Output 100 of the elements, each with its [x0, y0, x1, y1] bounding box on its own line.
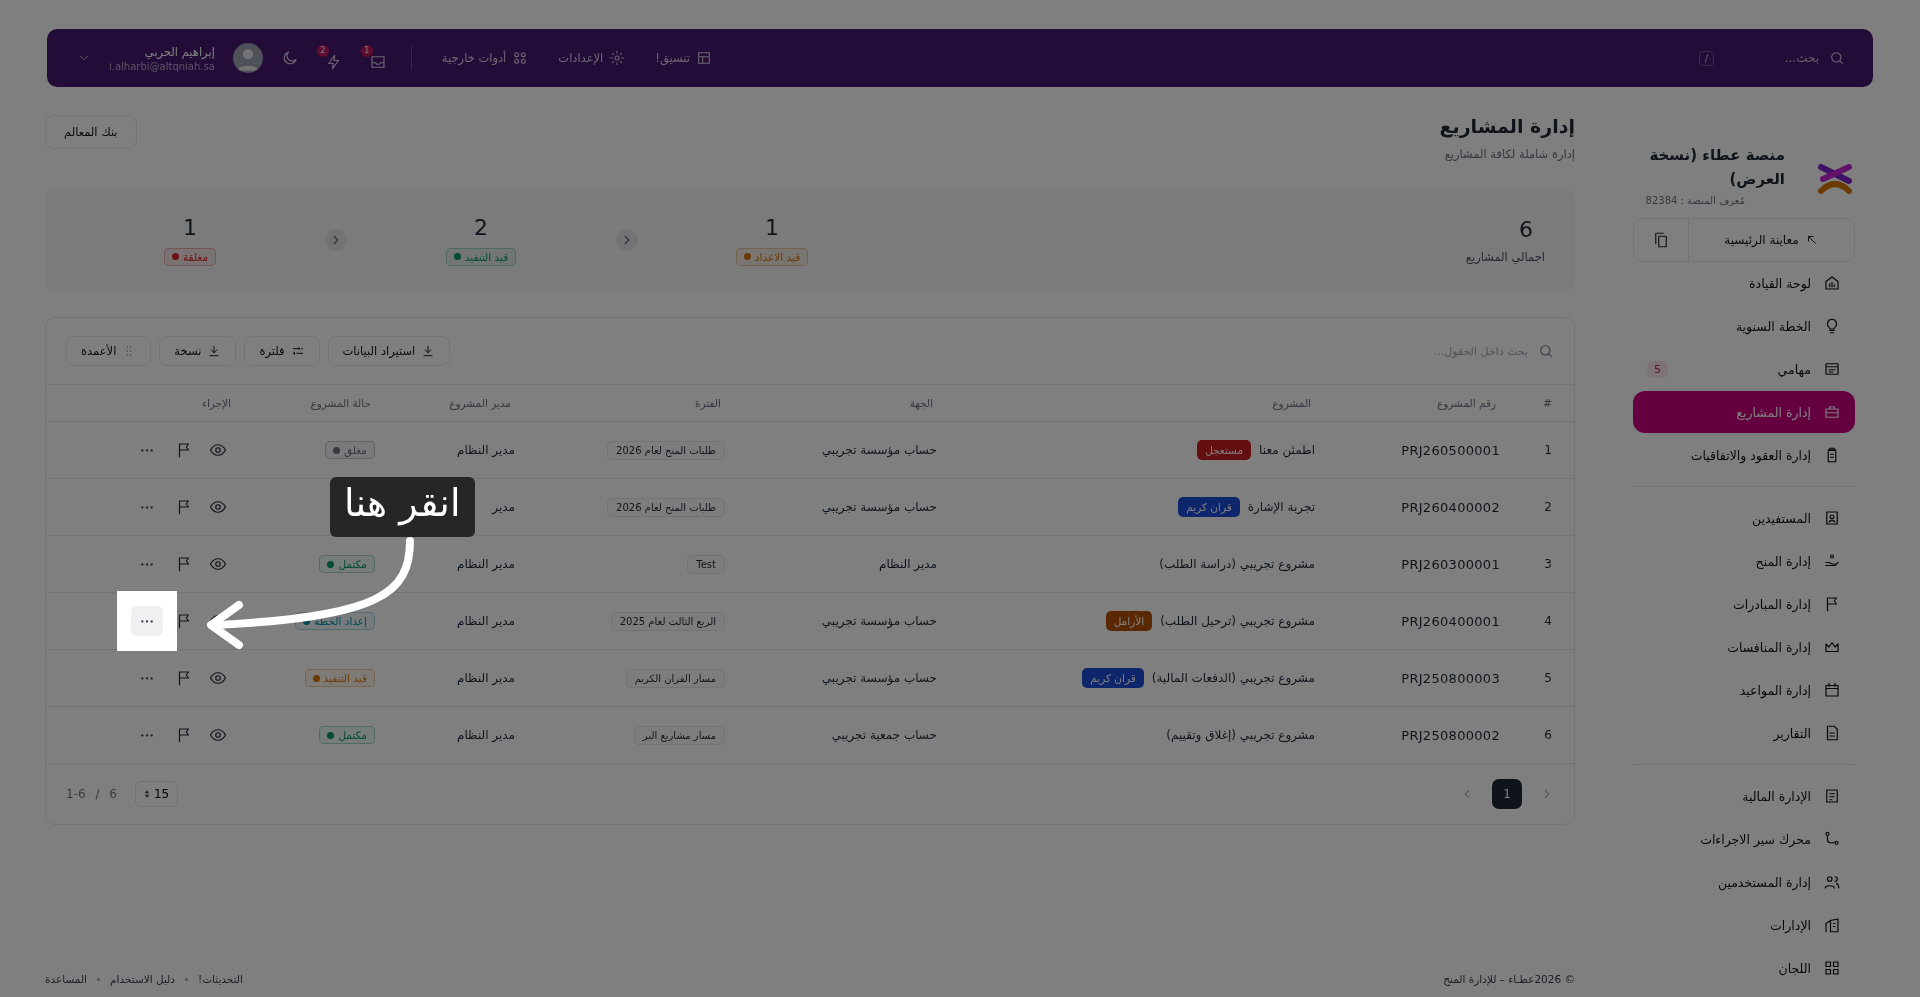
page-subtitle: إدارة شاملة لكافة المشاريع — [1443, 147, 1575, 161]
ellipsis-icon — [140, 675, 154, 681]
footer-link[interactable]: التحديثات! — [197, 973, 243, 985]
entity-name: حساب مؤسسة تجريبي — [821, 614, 937, 628]
toolbar-button[interactable]: نسخة — [159, 336, 237, 366]
sidebar-item[interactable]: الإدارات — [1633, 904, 1855, 946]
shortcut-key: / — [1698, 50, 1714, 66]
row-number: 2 — [1544, 500, 1552, 514]
period-badge: الربع الثالث لعام 2025 — [610, 612, 725, 631]
grid-icon — [1823, 959, 1841, 977]
row-number: 5 — [1544, 671, 1552, 685]
manager-name: مدير النظام — [456, 557, 515, 571]
layout-icon — [695, 50, 712, 66]
toolbar-link[interactable]: أدوات خارجية — [435, 49, 535, 67]
row-number: 1 — [1544, 443, 1552, 457]
buildings-icon — [1823, 916, 1841, 934]
row-number: 3 — [1544, 557, 1552, 571]
user-email: i.alharbi@altqniah.sa — [109, 60, 215, 72]
project-number: PRJ260300001 — [1401, 556, 1500, 572]
toolbar-link[interactable]: الإعدادات — [552, 49, 632, 67]
project-name: مشروع تجريبي (دراسة الطلب) — [1159, 557, 1315, 571]
sidebar-item[interactable]: إدارة العقود والاتفاقيات — [1633, 434, 1855, 476]
avatar-silhouette — [232, 43, 263, 73]
period-badge: مسار القران الكريم — [625, 669, 725, 688]
sidebar-item[interactable]: إدارة المبادرات — [1633, 583, 1855, 625]
sidebar-item[interactable]: إدارة المستخدمين — [1633, 861, 1855, 903]
sidebar-item[interactable]: التقارير — [1633, 712, 1855, 754]
sidebar-item[interactable]: إدارة المواعيد — [1633, 669, 1855, 711]
stat-label: اجمالي المشاريع — [1465, 249, 1545, 264]
search-icon — [1829, 50, 1845, 66]
dashboard-icon — [1823, 274, 1841, 292]
column-header: المشروع — [1272, 397, 1311, 409]
ellipsis-icon — [140, 732, 154, 738]
platform-title: منصة عطاء (نسخة العرض) — [1648, 145, 1786, 190]
search-field[interactable]: بحث... — [1722, 50, 1821, 66]
sidebar-item[interactable]: إدارة المشاريع — [1633, 391, 1855, 433]
page-range: 1-6 / 6 — [66, 787, 117, 801]
toolbar-button[interactable]: فلترة — [244, 336, 320, 366]
project-number: PRJ250800002 — [1401, 727, 1500, 743]
footer-link[interactable]: دليل الاستخدام — [110, 973, 175, 985]
copy-icon[interactable] — [1652, 231, 1670, 249]
milestones-button[interactable]: بنك المعالم — [45, 115, 137, 149]
project-name: تجربة الإشارة — [1247, 500, 1315, 514]
manager-name: مدير النظام — [456, 443, 515, 457]
search-icon — [1538, 343, 1554, 359]
inbox-icon — [368, 53, 387, 71]
workflow-icon — [1823, 830, 1841, 848]
project-name: مشروع تجريبي (الدفعات المالية) — [1151, 671, 1315, 685]
notification-button[interactable]: 1 — [360, 45, 387, 71]
project-name: مشروع تجريبي (إغلاق وتقييم) — [1166, 728, 1315, 742]
logo-icon — [1815, 161, 1855, 197]
column-header: حالة المشروع — [310, 397, 371, 409]
user-badge-icon — [1823, 509, 1841, 527]
preview-button[interactable]: معاينة الرئيسية — [1688, 219, 1854, 261]
user-name: إبراهيم الحربي — [143, 44, 215, 59]
sidebar-item[interactable]: إدارة المنح — [1633, 540, 1855, 582]
manager-name: مدير — [492, 500, 515, 514]
stat-value: 6 — [1519, 216, 1534, 242]
toolbar-button[interactable]: استيراد البيانات — [327, 336, 451, 366]
footer-link[interactable]: المساعدة — [45, 973, 88, 985]
manager-name: مدير النظام — [456, 614, 515, 628]
sidebar-item[interactable]: المستفيدين — [1633, 497, 1855, 539]
sidebar-item[interactable]: إدارة المنافسات — [1633, 626, 1855, 668]
ellipsis-icon — [140, 504, 154, 510]
gear-icon — [609, 50, 626, 66]
window-list-icon — [1823, 360, 1841, 378]
project-tag: مستعجل — [1197, 440, 1252, 460]
entity-name: حساب مؤسسة تجريبي — [821, 443, 937, 457]
stat-value: 2 — [474, 214, 488, 240]
sidebar-item[interactable]: الإدارة المالية — [1633, 775, 1855, 817]
column-header: الفترة — [695, 397, 721, 409]
sidebar-item[interactable]: لوحة القيادة — [1633, 262, 1855, 304]
column-header: مدير المشروع — [449, 397, 511, 409]
entity-name: حساب مؤسسة تجريبي — [821, 500, 937, 514]
notification-button[interactable]: 2 — [316, 45, 343, 71]
download-icon — [421, 344, 436, 358]
sidebar-item[interactable]: اللجان — [1633, 947, 1855, 989]
count-badge: 5 — [1647, 360, 1668, 378]
briefcase-icon — [1823, 403, 1841, 421]
toolbar-button[interactable]: الأعمدة — [66, 336, 152, 366]
period-badge: طلبات المنح لعام 2026 — [607, 498, 725, 517]
hint-tooltip: انقر هنا — [330, 477, 475, 537]
toolbar-link[interactable]: تنسيق! — [649, 49, 718, 67]
sidebar-item[interactable]: الخطة السنوية — [1633, 305, 1855, 347]
sliders-icon — [290, 344, 305, 358]
download-icon — [207, 344, 222, 358]
project-number: PRJ260500001 — [1401, 442, 1500, 458]
column-header: الجهة — [909, 397, 933, 409]
ellipsis-icon — [140, 447, 154, 453]
entity-name: حساب مؤسسة تجريبي — [821, 671, 937, 685]
page-button[interactable]: 1 — [1492, 779, 1522, 809]
column-header: رقم المشروع — [1436, 397, 1496, 409]
stat-value: 1 — [765, 214, 779, 240]
period-badge: مسار مشاريع البر — [633, 726, 725, 745]
page-title: إدارة المشاريع — [1439, 115, 1575, 137]
project-name: اطمئن معنا — [1259, 443, 1315, 457]
sidebar-item[interactable]: محرك سير الاجراءات — [1633, 818, 1855, 860]
stat-value: 1 — [183, 214, 197, 240]
count-badge: 2 — [316, 45, 329, 57]
page-size-select[interactable]: 15 — [134, 781, 179, 807]
